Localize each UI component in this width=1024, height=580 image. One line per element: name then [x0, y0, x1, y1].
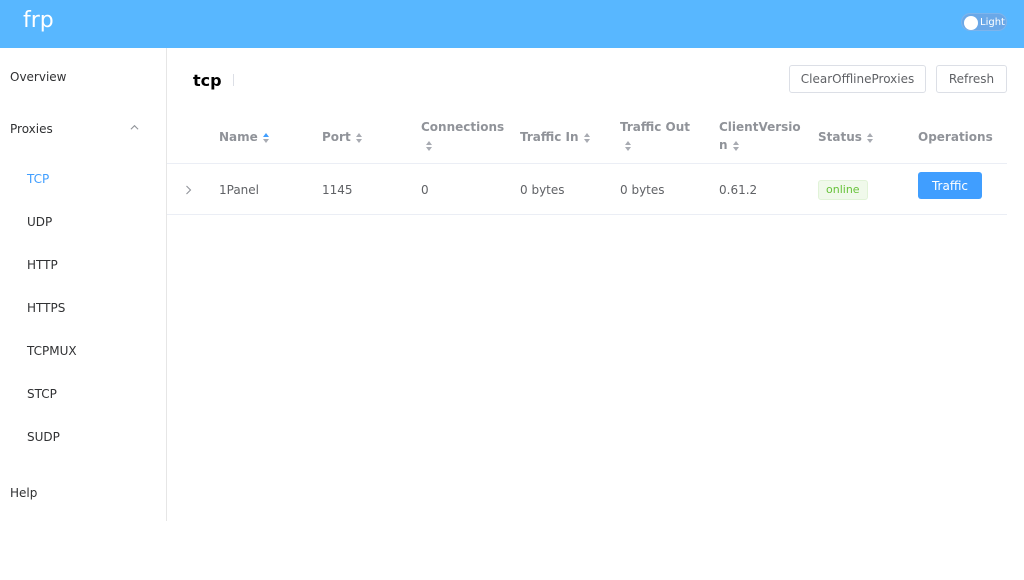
brand-logo[interactable]: frp — [23, 8, 54, 33]
sort-icon[interactable] — [425, 140, 433, 152]
sidebar-item-proxies[interactable]: Proxies — [10, 121, 53, 137]
column-label: Traffic Out — [620, 120, 691, 134]
column-label: ClientVersio — [719, 120, 801, 134]
cell-traffic-out: 0 bytes — [620, 183, 665, 197]
column-label: Traffic In — [520, 130, 579, 144]
cell-name: 1Panel — [219, 183, 260, 197]
sidebar-item-overview[interactable]: Overview — [10, 69, 67, 85]
page-title: tcp — [193, 71, 222, 90]
sidebar-item-sudp[interactable]: SUDP — [27, 429, 60, 445]
theme-toggle[interactable]: Light — [961, 13, 1007, 31]
column-label-wrap: n — [719, 138, 728, 152]
sidebar-item-https[interactable]: HTTPS — [27, 300, 65, 316]
cell-traffic-in: 0 bytes — [520, 183, 565, 197]
sort-icon[interactable] — [866, 132, 874, 144]
sidebar-item-tcpmux[interactable]: TCPMUX — [27, 343, 77, 359]
sidebar-item-help[interactable]: Help — [10, 485, 37, 501]
cell-client-version: 0.61.2 — [719, 183, 758, 197]
status-badge: online — [818, 180, 868, 200]
sort-icon[interactable] — [624, 140, 632, 152]
top-header: frp Light — [0, 0, 1024, 48]
cell-connections: 0 — [421, 183, 429, 197]
traffic-button[interactable]: Traffic — [918, 172, 982, 199]
column-header-name[interactable]: Name — [219, 128, 270, 146]
main-content: tcp ClearOfflineProxies Refresh Name Por… — [167, 48, 1024, 580]
sidebar-item-stcp[interactable]: STCP — [27, 386, 57, 402]
sort-icon[interactable] — [262, 132, 270, 144]
cell-port: 1145 — [322, 183, 353, 197]
title-divider — [233, 74, 234, 86]
sidebar-item-http[interactable]: HTTP — [27, 257, 58, 273]
clear-offline-proxies-button[interactable]: ClearOfflineProxies — [789, 65, 926, 93]
column-header-status[interactable]: Status — [818, 128, 874, 146]
sidebar-item-udp[interactable]: UDP — [27, 214, 52, 230]
column-header-operations: Operations — [918, 130, 993, 144]
chevron-up-icon[interactable] — [130, 123, 139, 132]
refresh-button[interactable]: Refresh — [936, 65, 1007, 93]
toggle-knob — [964, 16, 978, 30]
sort-icon[interactable] — [583, 132, 591, 144]
column-header-traffic-out[interactable]: Traffic Out — [620, 118, 690, 154]
column-header-port[interactable]: Port — [322, 128, 363, 146]
column-label: Port — [322, 130, 351, 144]
row-divider — [167, 214, 1007, 215]
chevron-right-icon[interactable] — [185, 185, 192, 195]
column-label: Status — [818, 130, 862, 144]
header-divider — [167, 163, 1007, 164]
column-header-traffic-in[interactable]: Traffic In — [520, 128, 591, 146]
sidebar: Overview Proxies TCP UDP HTTP HTTPS TCPM… — [0, 48, 167, 521]
column-label: Name — [219, 130, 258, 144]
theme-label: Light — [980, 17, 1005, 28]
column-header-connections[interactable]: Connections — [421, 118, 504, 154]
sort-icon[interactable] — [355, 132, 363, 144]
sidebar-item-tcp[interactable]: TCP — [27, 171, 49, 187]
column-header-client-version[interactable]: ClientVersio n — [719, 118, 801, 154]
sort-icon[interactable] — [732, 140, 740, 152]
column-label: Connections — [421, 120, 505, 134]
